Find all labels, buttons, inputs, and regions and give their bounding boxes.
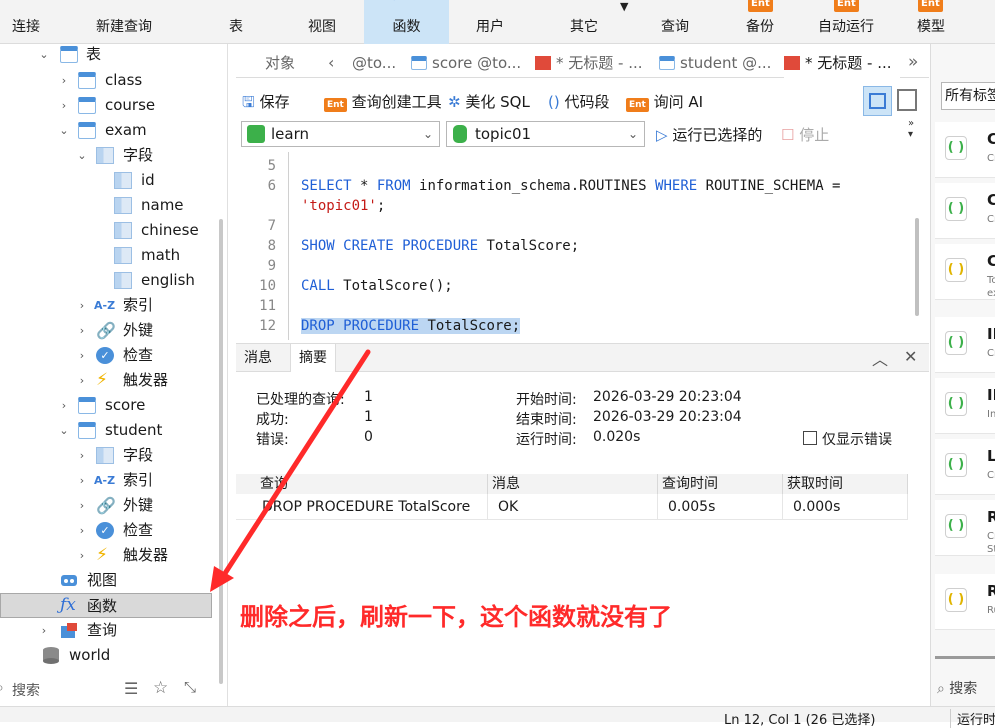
annotation-note: 删除之后，刷新一下，这个函数就没有了 bbox=[240, 603, 672, 631]
